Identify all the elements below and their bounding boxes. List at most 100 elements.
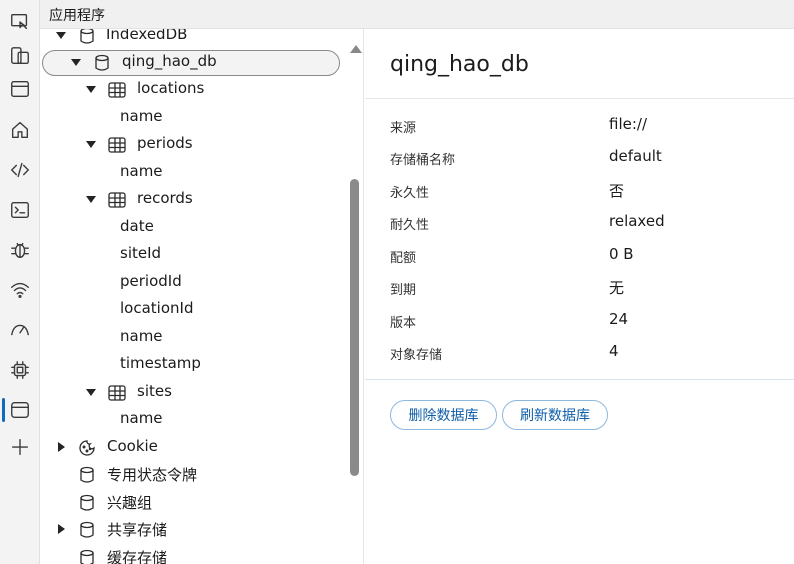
tree-item-locations[interactable]: locations (40, 76, 346, 103)
property-key: 耐久性 (390, 218, 430, 233)
expand-arrow-icon[interactable] (86, 141, 96, 148)
active-indicator (2, 398, 5, 422)
tree-item-periods[interactable]: periods (40, 131, 346, 158)
tree-item-label: name (120, 107, 163, 125)
tree-item-index[interactable]: name (40, 324, 346, 351)
property-row: 对象存储 4 (365, 336, 794, 368)
storage-tree: IndexedDB qing_hao_db locations name per… (40, 29, 346, 564)
delete-database-button[interactable]: 删除数据库 (390, 400, 497, 430)
tree-item-label: 缓存存储 (107, 549, 168, 564)
expand-arrow-icon[interactable] (71, 59, 81, 66)
tree-item-index[interactable]: siteId (40, 241, 346, 268)
tree-item-index[interactable]: name (40, 406, 346, 433)
collapse-arrow-icon[interactable] (58, 524, 65, 534)
tree-scrollbar[interactable] (346, 29, 364, 564)
table-icon (107, 135, 127, 155)
tree-item-label: 专用状态令牌 (107, 466, 198, 484)
property-value: file:// (609, 115, 648, 133)
window-icon[interactable] (6, 75, 34, 103)
property-key: 配额 (390, 251, 417, 266)
tree-item-label: IndexedDB (106, 29, 188, 43)
divider (365, 379, 794, 380)
tree-item-cookie[interactable]: Cookie (40, 434, 346, 461)
expand-arrow-icon[interactable] (86, 196, 96, 203)
property-key: 永久性 (390, 186, 430, 201)
property-value: 24 (609, 310, 629, 328)
tree-item-indexeddb[interactable]: IndexedDB (40, 29, 346, 49)
tree-item-label: locations (137, 79, 205, 97)
scroll-up-arrow-icon[interactable] (350, 45, 362, 53)
database-icon (77, 465, 97, 485)
tree-item-index[interactable]: date (40, 214, 346, 241)
cookie-icon (77, 438, 97, 458)
scroll-thumb[interactable] (350, 179, 359, 476)
property-value: default (609, 147, 662, 165)
table-icon (107, 190, 127, 210)
tree-item-label: periodId (120, 272, 182, 290)
property-row: 存储桶名称 default (365, 141, 794, 173)
add-icon[interactable] (6, 433, 34, 461)
tree-item-label: name (120, 162, 163, 180)
expand-arrow-icon[interactable] (56, 32, 66, 39)
code-icon[interactable] (6, 156, 34, 184)
tree-item-label: date (120, 217, 154, 235)
property-key: 存储桶名称 (390, 153, 456, 168)
bug-icon[interactable] (6, 236, 34, 264)
wifi-icon[interactable] (6, 276, 34, 304)
property-row: 版本 24 (365, 304, 794, 336)
tree-item-label: Cookie (107, 437, 158, 455)
database-title: qing_hao_db (390, 52, 529, 77)
application-icon[interactable] (6, 396, 34, 424)
property-row: 永久性 否 (365, 174, 794, 206)
tree-item-shared-storage[interactable]: 共享存储 (40, 516, 346, 543)
tree-item-label: 兴趣组 (107, 494, 153, 512)
tree-item-sites[interactable]: sites (40, 379, 346, 406)
property-key: 版本 (390, 316, 417, 331)
refresh-database-button[interactable]: 刷新数据库 (502, 400, 608, 430)
tree-item-label: locationId (120, 299, 194, 317)
device-emulation-icon[interactable] (6, 42, 34, 70)
inspect-icon[interactable] (6, 8, 34, 36)
tree-item-label: siteId (120, 244, 162, 262)
tree-item-index[interactable]: name (40, 104, 346, 131)
property-row: 耐久性 relaxed (365, 206, 794, 238)
database-icon (77, 29, 97, 46)
tree-item-label: 共享存储 (107, 521, 168, 539)
tree-item-label: name (120, 409, 163, 427)
collapse-arrow-icon[interactable] (58, 442, 65, 452)
tree-item-interest-groups[interactable]: 兴趣组 (40, 489, 346, 516)
property-key: 来源 (390, 121, 417, 136)
database-detail-pane: qing_hao_db 来源 file:// 存储桶名称 default 永久性… (365, 29, 794, 564)
tree-item-index[interactable]: periodId (40, 269, 346, 296)
tree-item-private-state-tokens[interactable]: 专用状态令牌 (40, 461, 346, 488)
tree-item-label: timestamp (120, 354, 201, 372)
tree-item-cache-storage[interactable]: 缓存存储 (40, 544, 346, 564)
table-icon (107, 383, 127, 403)
tree-item-label: sites (137, 382, 172, 400)
tree-item-label: name (120, 327, 163, 345)
performance-icon[interactable] (6, 316, 34, 344)
expand-arrow-icon[interactable] (86, 86, 96, 93)
property-value: 4 (609, 342, 619, 360)
home-icon[interactable] (6, 116, 34, 144)
tree-item-label: records (137, 189, 193, 207)
property-value: 无 (609, 279, 625, 297)
panel-title: 应用程序 (49, 8, 105, 24)
tree-item-label: qing_hao_db (122, 52, 217, 70)
tree-item-index[interactable]: name (40, 159, 346, 186)
tree-item-records[interactable]: records (40, 186, 346, 213)
property-row: 配额 0 B (365, 239, 794, 271)
expand-arrow-icon[interactable] (86, 389, 96, 396)
tree-item-qing-hao-db[interactable]: qing_hao_db (40, 49, 346, 76)
database-icon (92, 53, 112, 73)
divider (365, 98, 794, 99)
activity-bar (0, 0, 40, 564)
panel-header: 应用程序 (40, 0, 794, 29)
property-value: relaxed (609, 212, 665, 230)
cpu-icon[interactable] (6, 356, 34, 384)
tree-item-index[interactable]: timestamp (40, 351, 346, 378)
property-row: 来源 file:// (365, 109, 794, 141)
property-key: 到期 (390, 283, 417, 298)
console-icon[interactable] (6, 196, 34, 224)
tree-item-index[interactable]: locationId (40, 296, 346, 323)
